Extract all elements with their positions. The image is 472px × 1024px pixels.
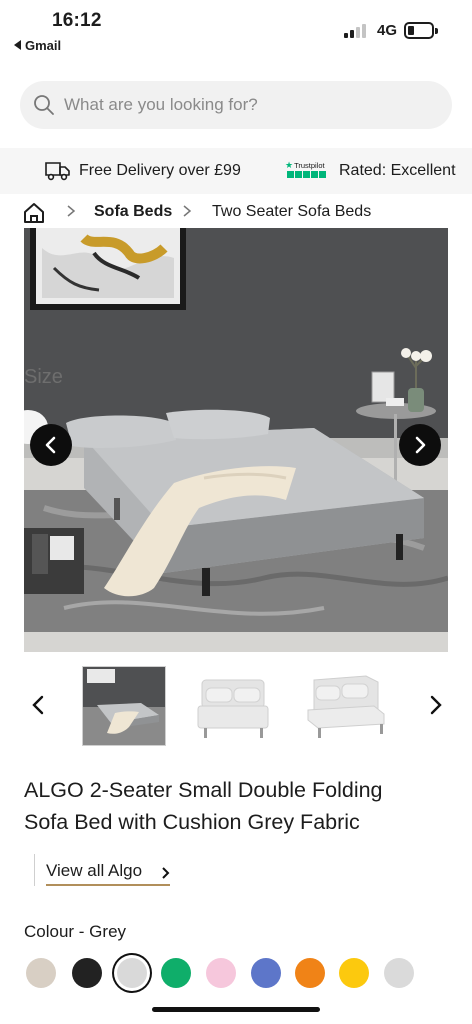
chevron-right-icon (415, 436, 426, 454)
thumbnails-prev-icon[interactable] (30, 694, 46, 716)
chevron-right-icon (183, 205, 192, 217)
view-all-label: View all Algo (46, 861, 143, 880)
chevron-right-icon (67, 205, 76, 217)
thumbnail-lifestyle-image (83, 667, 165, 745)
trustpilot-logo: ★Trustpilot (285, 160, 331, 182)
signal-icon (344, 24, 370, 38)
chevron-right-icon (162, 867, 170, 879)
view-all-algo-link[interactable]: View all Algo (34, 854, 170, 886)
back-app-label: Gmail (25, 38, 62, 53)
promo-strip: Free Delivery over £99 ★Trustpilot Rated… (0, 148, 472, 194)
trustpilot-stars-icon (287, 171, 326, 178)
thumbnails-next-icon[interactable] (428, 694, 444, 716)
link-underline (46, 884, 170, 886)
free-delivery-text: Free Delivery over £99 (79, 162, 241, 179)
home-indicator (152, 1007, 320, 1012)
next-image-button[interactable] (399, 424, 441, 466)
colour-swatch[interactable] (161, 958, 191, 988)
thumbnail-item[interactable] (192, 666, 276, 746)
truck-icon (45, 162, 70, 181)
sofa-bed-photo (24, 228, 448, 652)
home-icon[interactable] (22, 201, 46, 225)
search-icon (34, 95, 54, 115)
colour-swatch[interactable] (295, 958, 325, 988)
thumbnail-item[interactable] (82, 666, 166, 746)
rating-text: Rated: Excellent (339, 162, 456, 179)
chevron-left-icon (45, 436, 56, 454)
thumbnail-strip (0, 666, 472, 748)
colour-swatch[interactable] (339, 958, 369, 988)
colour-swatch[interactable] (72, 958, 102, 988)
size-overlay-text: Size (24, 366, 63, 388)
prev-image-button[interactable] (30, 424, 72, 466)
battery-icon (404, 22, 438, 39)
trustpilot-name: Trustpilot (294, 161, 325, 170)
breadcrumb-two-seater[interactable]: Two Seater Sofa Beds (212, 203, 371, 221)
breadcrumb-sofa-beds[interactable]: Sofa Beds (94, 203, 172, 221)
colour-swatch[interactable] (117, 958, 147, 988)
product-title: ALGO 2-Seater Small Double Folding Sofa … (24, 774, 454, 838)
colour-swatch[interactable] (206, 958, 236, 988)
thumbnail-angled-image (307, 675, 385, 738)
colour-swatch[interactable] (251, 958, 281, 988)
clock: 16:12 (52, 10, 102, 31)
colour-swatches (26, 958, 466, 992)
status-bar: 16:12 Gmail 4G (0, 0, 472, 62)
colour-swatch[interactable] (384, 958, 414, 988)
back-to-app-link[interactable]: Gmail (14, 38, 61, 53)
product-title-line-2: Sofa Bed with Cushion Grey Fabric (24, 810, 360, 834)
product-main-image[interactable]: Size (24, 228, 448, 652)
search-input[interactable] (64, 81, 434, 129)
colour-swatch[interactable] (26, 958, 56, 988)
back-triangle-icon (14, 40, 21, 50)
search-bar[interactable] (20, 81, 452, 129)
product-title-line-1: ALGO 2-Seater Small Double Folding (24, 778, 383, 802)
breadcrumb: Sofa Beds Two Seater Sofa Beds (0, 196, 472, 228)
thumbnail-item[interactable] (304, 666, 388, 746)
network-type: 4G (377, 22, 398, 39)
colour-label: Colour - Grey (24, 922, 127, 941)
thumbnail-upright-image (197, 679, 269, 738)
